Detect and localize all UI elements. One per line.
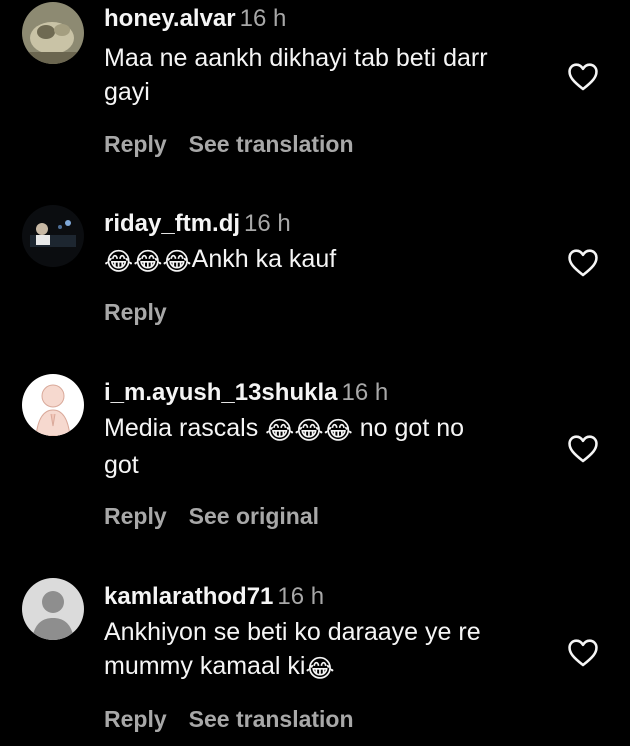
comment-text: Ankhiyon se beti ko daraaye ye re mummy … [104, 615, 554, 686]
laughing-emoji-icon: 😂 [305, 655, 335, 683]
heart-outline-icon[interactable] [566, 246, 600, 280]
comment-text-segment: Media rascals [104, 414, 266, 442]
praying-monk-avatar[interactable] [22, 374, 84, 436]
comment-text-line: Media rascals 😂😂😂 no got no [104, 411, 554, 448]
laughing-emoji-icon: 😂😂😂 [104, 248, 192, 276]
timestamp: 16 h [244, 210, 291, 237]
username-link[interactable]: kamlarathod71 [104, 583, 273, 610]
comment-header: kamlarathod71 16 h [104, 582, 554, 612]
heart-outline-icon[interactable] [566, 60, 600, 94]
comment-header: riday_ftm.dj 16 h [104, 209, 554, 239]
laughing-emoji-icon: 😂😂😂 [265, 417, 353, 445]
timestamp: 16 h [341, 379, 389, 406]
username-link[interactable]: i_m.ayush_13shukla [104, 379, 337, 406]
dj-photo-avatar[interactable] [22, 205, 84, 267]
comment-text-line: gayi [104, 78, 150, 106]
comment-text-line: Maa ne aankh dikhayi tab beti darr [104, 44, 488, 72]
heart-outline-icon[interactable] [566, 432, 600, 466]
comment-actions: Reply See original [104, 503, 319, 530]
comment-header: i_m.ayush_13shukla 16 h [104, 378, 554, 408]
comment-text-line: mummy kamaal ki😂 [104, 649, 554, 686]
comment-header: honey.alvar 16 h [104, 4, 554, 34]
default-user-avatar[interactable] [22, 578, 84, 640]
comment-text-line: got [104, 451, 139, 479]
comment-actions: Reply See translation [104, 706, 354, 733]
comment-text: 😂😂😂Ankh ka kauf [104, 242, 554, 279]
reply-button[interactable]: Reply [104, 503, 167, 529]
comment-text-segment: mummy kamaal ki [104, 652, 306, 680]
timestamp: 16 h [239, 5, 287, 32]
comment-text-line: Ankhiyon se beti ko daraaye ye re [104, 618, 481, 646]
comment-actions: Reply [104, 299, 167, 326]
reply-button[interactable]: Reply [104, 131, 167, 157]
heart-outline-icon[interactable] [566, 636, 600, 670]
see-original-button[interactable]: See original [189, 503, 319, 529]
username-link[interactable]: honey.alvar [104, 5, 236, 32]
comment-text: Media rascals 😂😂😂 no got no got [104, 411, 554, 482]
comment-text: Maa ne aankh dikhayi tab beti darr gayi [104, 41, 554, 109]
comment-actions: Reply See translation [104, 131, 354, 158]
see-translation-button[interactable]: See translation [189, 706, 354, 732]
see-translation-button[interactable]: See translation [189, 131, 354, 157]
timestamp: 16 h [277, 583, 325, 610]
username-link[interactable]: riday_ftm.dj [104, 210, 240, 237]
cat-photo-avatar[interactable] [22, 2, 84, 64]
comment-text-segment: no got no [352, 414, 465, 442]
reply-button[interactable]: Reply [104, 299, 167, 325]
reply-button[interactable]: Reply [104, 706, 167, 732]
comment-text-line: Ankh ka kauf [191, 245, 337, 273]
